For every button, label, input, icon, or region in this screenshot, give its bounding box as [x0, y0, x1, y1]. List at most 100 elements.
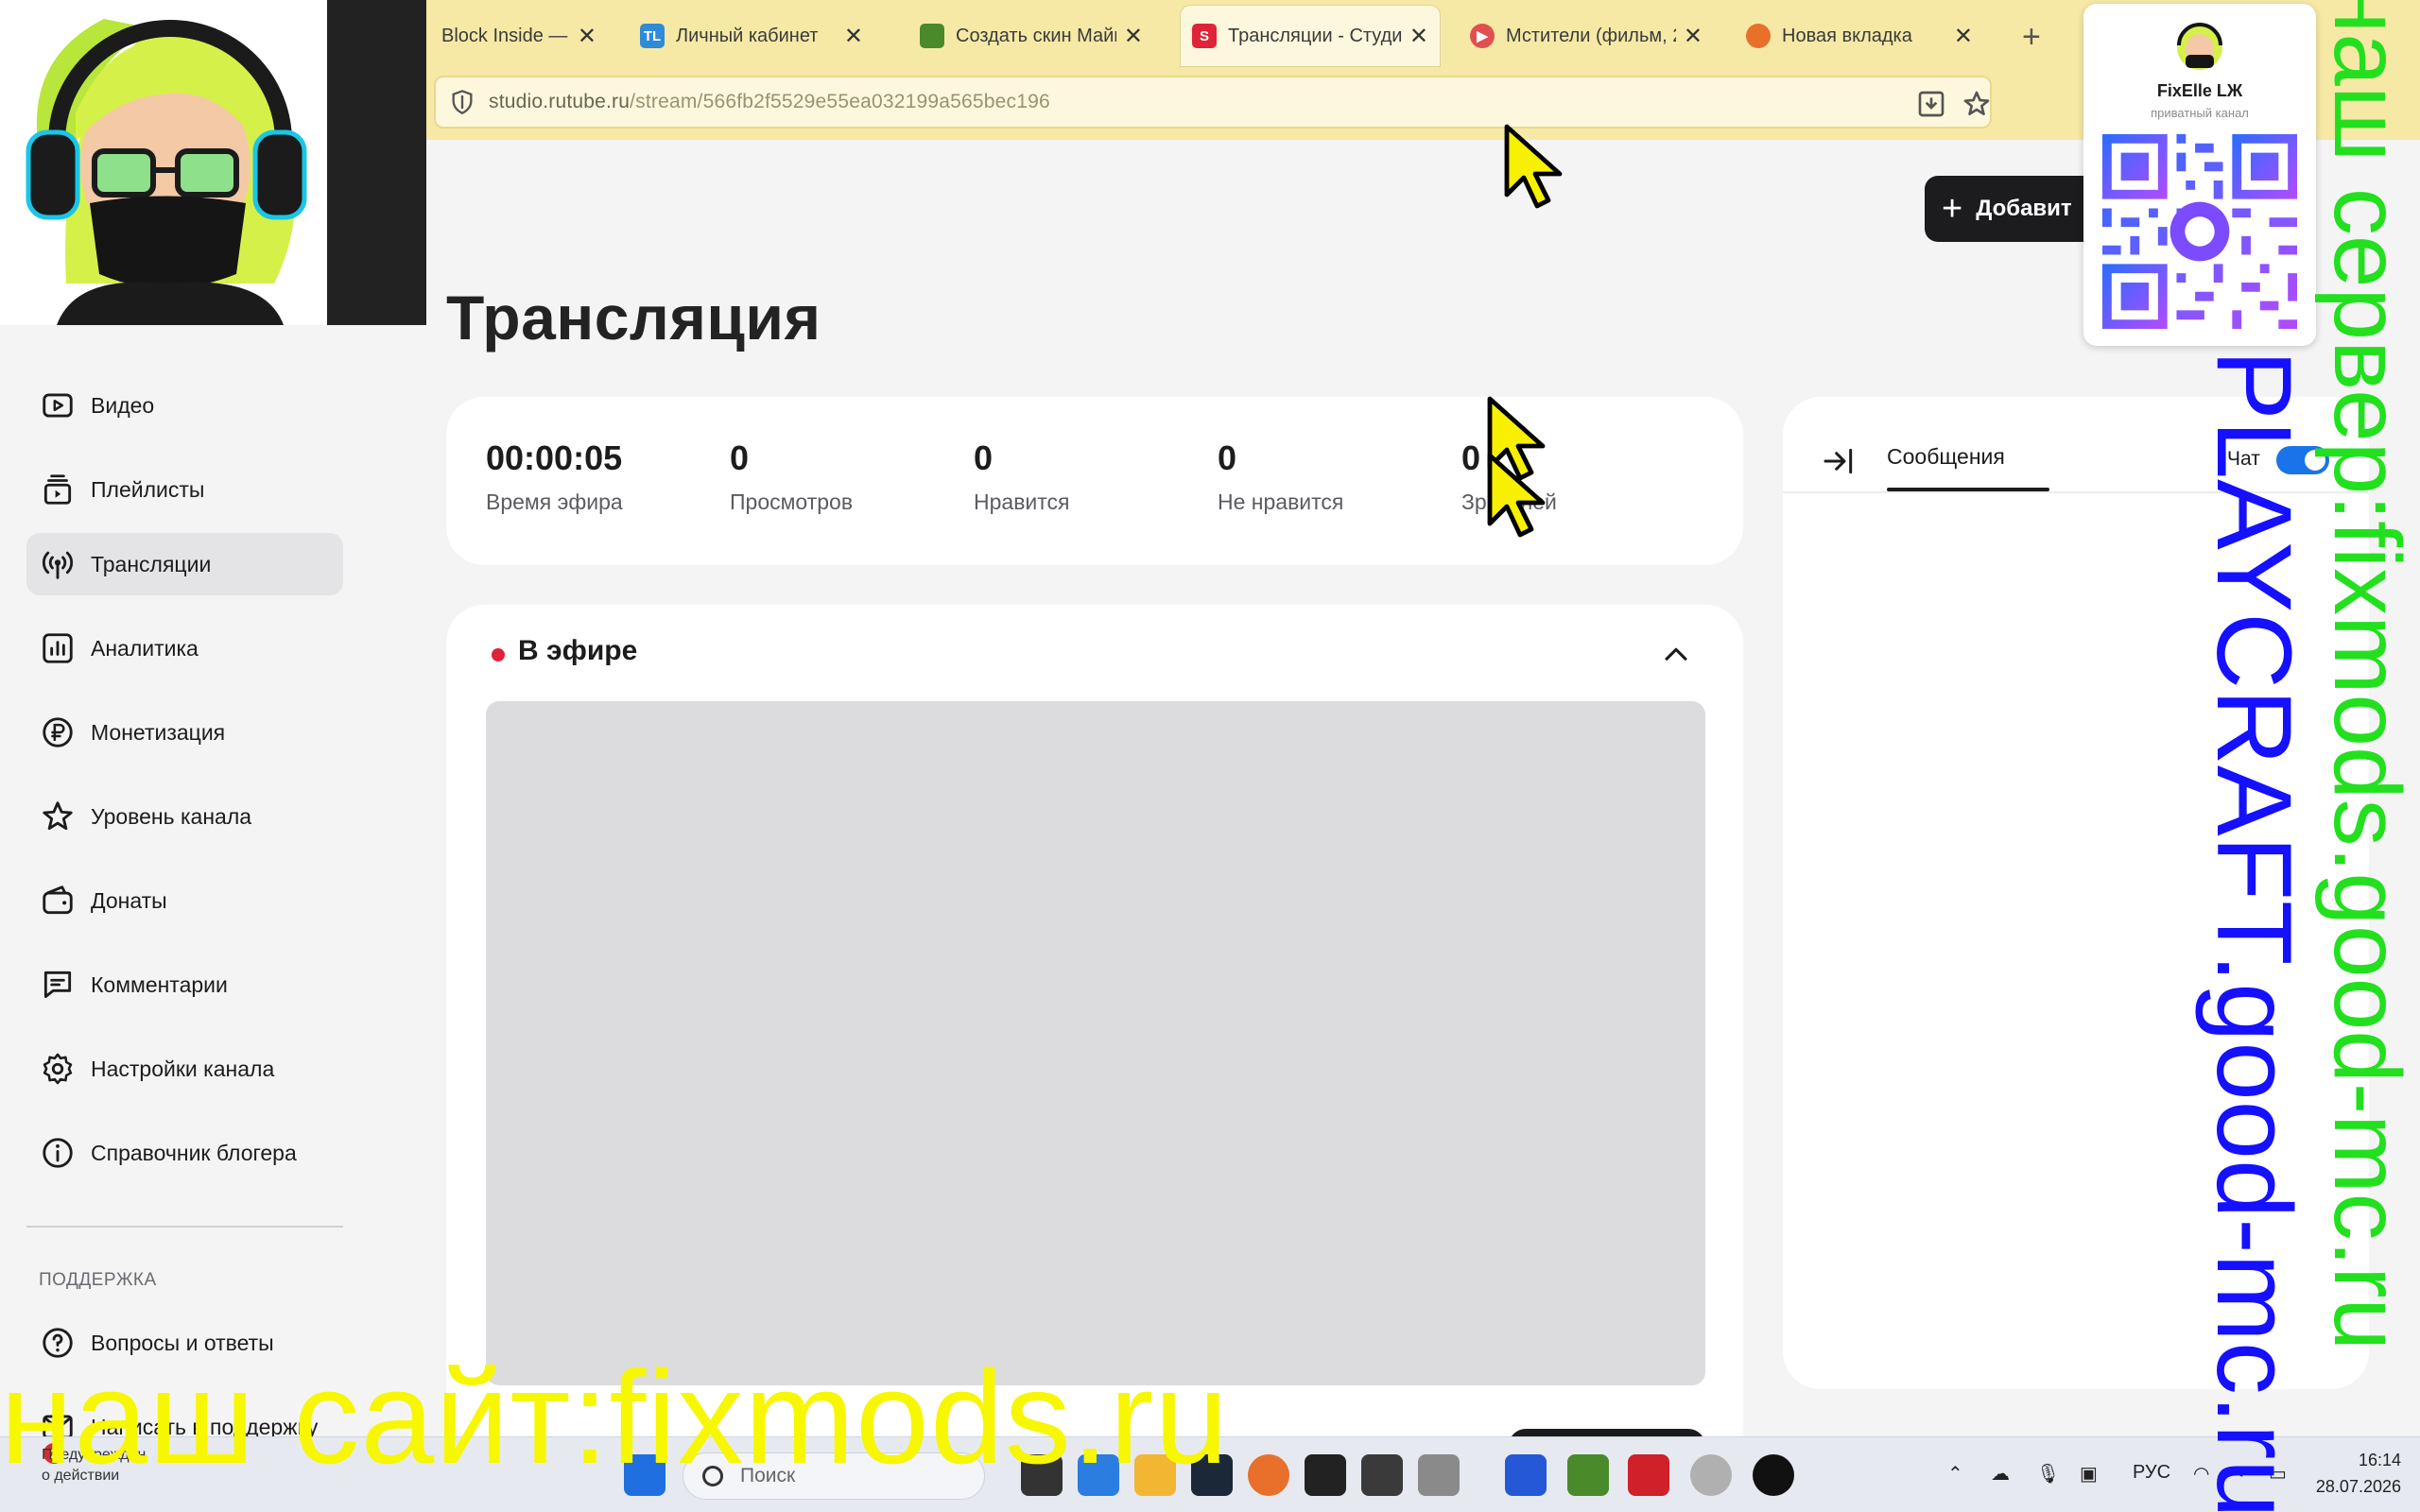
clock-date: 28.07.2026: [2315, 1477, 2401, 1496]
sidebar-item-label: Настройки канала: [91, 1056, 275, 1081]
close-icon[interactable]: ✕: [1409, 23, 1428, 50]
stat-value: 00:00:05: [486, 438, 623, 477]
play-icon: ▶: [1470, 24, 1495, 48]
tab-personal-account[interactable]: TL Личный кабинет ✕: [629, 6, 874, 66]
sidebar-item-playlists[interactable]: Плейлисты: [26, 458, 343, 521]
sidebar-item-broadcasts[interactable]: Трансляции: [26, 533, 343, 595]
overlay-site-text: наш сайт:fixmods.ru: [0, 1343, 1230, 1491]
tab-title: Личный кабинет: [676, 25, 819, 46]
tab-minecraft-skin[interactable]: Создать скин Майнкр ✕: [908, 6, 1154, 66]
stat-airtime: 00:00:05 Время эфира: [486, 438, 623, 515]
sidebar-item-channel-level[interactable]: Уровень канала: [26, 785, 343, 848]
grass-block-icon: [920, 24, 944, 48]
tab-rutube-studio[interactable]: S Трансляции - Студия ✕: [1181, 6, 1440, 66]
sidebar-item-video[interactable]: Видео: [26, 374, 343, 437]
url-text[interactable]: studio.rutube.ru/stream/566fb2f5529e55ea…: [489, 91, 1050, 113]
app-icon[interactable]: [1418, 1454, 1460, 1496]
shield-icon[interactable]: [449, 89, 475, 115]
playlist-icon: [43, 474, 72, 505]
microphone-icon[interactable]: 🎙: [2036, 1462, 2060, 1486]
rutube-studio-icon: S: [1192, 24, 1217, 48]
overlay-playcraft-text: PLAYCRAFT.good-mc.ru: [2195, 350, 2313, 1512]
video-icon: [43, 393, 73, 418]
address-bar[interactable]: studio.rutube.ru/stream/566fb2f5529e55ea…: [434, 76, 1992, 129]
close-icon[interactable]: ✕: [578, 23, 596, 50]
display-icon[interactable]: ▣: [2080, 1462, 2098, 1486]
close-icon[interactable]: ✕: [1124, 23, 1143, 50]
tab-title: Трансляции - Студия: [1228, 25, 1402, 46]
tab-avengers[interactable]: ▶ Мстители (фильм, 201 ✕: [1459, 6, 1714, 66]
wallet-icon: [43, 885, 73, 915]
chevron-up-icon[interactable]: [1660, 639, 1692, 671]
sidebar-item-label: Плейлисты: [91, 476, 205, 502]
live-indicator-icon: [492, 648, 505, 662]
cloud-off-icon[interactable]: ☁: [1991, 1462, 2010, 1486]
tab-new-tab[interactable]: Новая вкладка ✕: [1735, 6, 1984, 66]
stat-dislikes: 0 Не нравится: [1218, 438, 1343, 515]
app-l-icon[interactable]: [1628, 1454, 1669, 1496]
close-icon[interactable]: ✕: [1684, 23, 1703, 50]
qr-channel-name: FixElle LЖ: [2156, 81, 2243, 100]
stat-label: Время эфира: [486, 490, 623, 514]
cursor-icon: [1504, 124, 1563, 209]
stat-value: 0: [730, 438, 750, 477]
sidebar-item-donations[interactable]: Донаты: [26, 869, 343, 932]
tl-logo-icon: TL: [640, 24, 665, 48]
tab-title: Block Inside — мо: [441, 25, 570, 46]
roblox-icon[interactable]: [1505, 1454, 1547, 1496]
sidebar-item-label: Трансляции: [91, 551, 212, 576]
ruble-icon: [43, 717, 73, 747]
stat-label: Не нравится: [1218, 490, 1344, 514]
close-icon[interactable]: ✕: [1954, 23, 1973, 50]
app-icon[interactable]: [1305, 1454, 1346, 1496]
video-player[interactable]: [486, 701, 1705, 1385]
collapse-panel-icon[interactable]: [1821, 442, 1858, 480]
language-indicator[interactable]: РУС: [2133, 1462, 2170, 1484]
minecraft-icon[interactable]: [1567, 1454, 1609, 1496]
app-icon[interactable]: [1361, 1454, 1403, 1496]
sidebar-divider: [26, 1226, 343, 1228]
sidebar-item-monetization[interactable]: Монетизация: [26, 701, 343, 764]
qr-avatar: [2177, 23, 2222, 70]
close-icon[interactable]: ✕: [844, 23, 863, 50]
tab-messages[interactable]: Сообщения: [1887, 444, 2005, 470]
chevron-up-icon[interactable]: ⌃: [1947, 1462, 1963, 1486]
tab-block-inside[interactable]: Block Inside — мо ✕: [430, 6, 608, 66]
cursor-icon: [1487, 453, 1546, 538]
plus-icon: +: [1942, 188, 1963, 229]
sidebar-item-label: Аналитика: [91, 635, 199, 661]
tab-title: Мстители (фильм, 201: [1506, 25, 1676, 46]
comment-icon: [43, 971, 72, 999]
sidebar: Видео Плейлисты Трансляции Аналитика Мон…: [0, 325, 426, 1439]
info-icon: [43, 1138, 73, 1168]
qr-overlay: FixElle LЖ приватный канал: [2083, 4, 2316, 346]
stat-value: 0: [1218, 438, 1237, 477]
sidebar-item-blogger-guide[interactable]: Справочник блогера: [26, 1122, 343, 1184]
disc-icon[interactable]: [1690, 1454, 1732, 1496]
taskbar-clock[interactable]: 16:14 28.07.2026: [2307, 1447, 2401, 1500]
broadcast-icon: [42, 551, 74, 579]
star-icon: [43, 801, 73, 831]
overlay-server-text: наш сервер:fixmods.good-mc.ru: [2314, 0, 2420, 1351]
live-title: В эфире: [518, 635, 638, 666]
sidebar-item-label: Справочник блогера: [91, 1140, 297, 1165]
new-tab-button[interactable]: +: [2022, 19, 2041, 56]
gear-icon: [43, 1053, 73, 1085]
sidebar-item-label: Уровень канала: [91, 803, 252, 829]
sidebar-item-channel-settings[interactable]: Настройки канала: [26, 1038, 343, 1100]
tab-title: Новая вкладка: [1782, 25, 1912, 46]
qr-channel-subtitle: приватный канал: [2151, 106, 2249, 120]
sidebar-item-comments[interactable]: Комментарии: [26, 954, 343, 1016]
download-icon[interactable]: [1916, 89, 1946, 119]
bookmark-star-icon[interactable]: [1962, 89, 1992, 119]
sidebar-item-label: Донаты: [91, 887, 167, 913]
sidebar-item-label: Видео: [91, 392, 155, 418]
add-button-label: Добавит: [1976, 196, 2072, 221]
sidebar-item-label: Комментарии: [91, 971, 228, 997]
webcam-overlay: [0, 0, 426, 325]
obs-icon[interactable]: [1753, 1454, 1794, 1496]
sidebar-item-analytics[interactable]: Аналитика: [26, 617, 343, 679]
firefox-icon[interactable]: [1248, 1454, 1289, 1496]
stat-views: 0 Просмотров: [730, 438, 853, 515]
page-title: Трансляция: [446, 283, 821, 352]
